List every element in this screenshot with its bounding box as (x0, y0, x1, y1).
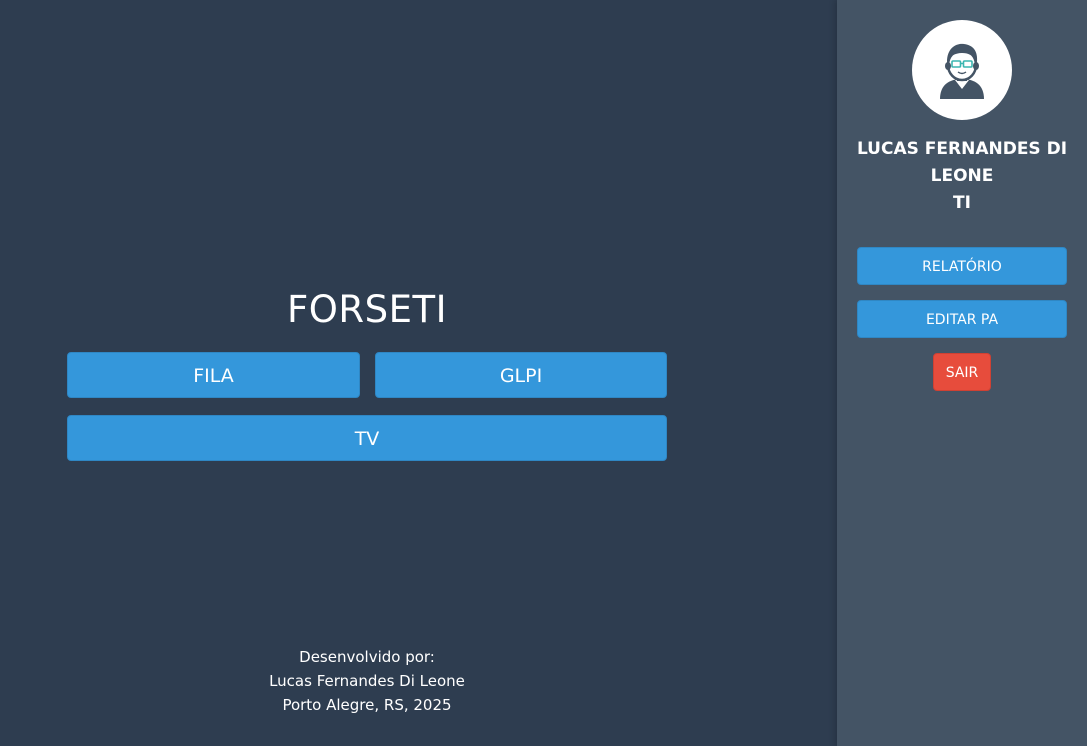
sair-button[interactable]: SAIR (933, 353, 991, 391)
main-panel: FORSETI FILA GLPI TV Desenvolvido por: L… (0, 0, 837, 746)
editar-pa-button[interactable]: EDITAR PA (857, 300, 1067, 338)
credits: Desenvolvido por: Lucas Fernandes Di Leo… (67, 645, 667, 717)
user-avatar-icon (912, 20, 1012, 120)
user-name: LUCAS FERNANDES DI LEONE (856, 139, 1068, 186)
relatorio-button[interactable]: RELATÓRIO (857, 247, 1067, 285)
sidebar: LUCAS FERNANDES DI LEONE TI RELATÓRIO ED… (837, 0, 1087, 746)
tv-button[interactable]: TV (67, 415, 667, 461)
credits-location-year: Porto Alegre, RS, 2025 (282, 696, 452, 714)
credits-developed-by: Desenvolvido por: (299, 648, 435, 666)
credits-author: Lucas Fernandes Di Leone (269, 672, 465, 690)
user-department: TI (953, 193, 971, 213)
fila-button[interactable]: FILA (67, 352, 360, 398)
app-title: FORSETI (287, 288, 447, 331)
glpi-button[interactable]: GLPI (375, 352, 667, 398)
